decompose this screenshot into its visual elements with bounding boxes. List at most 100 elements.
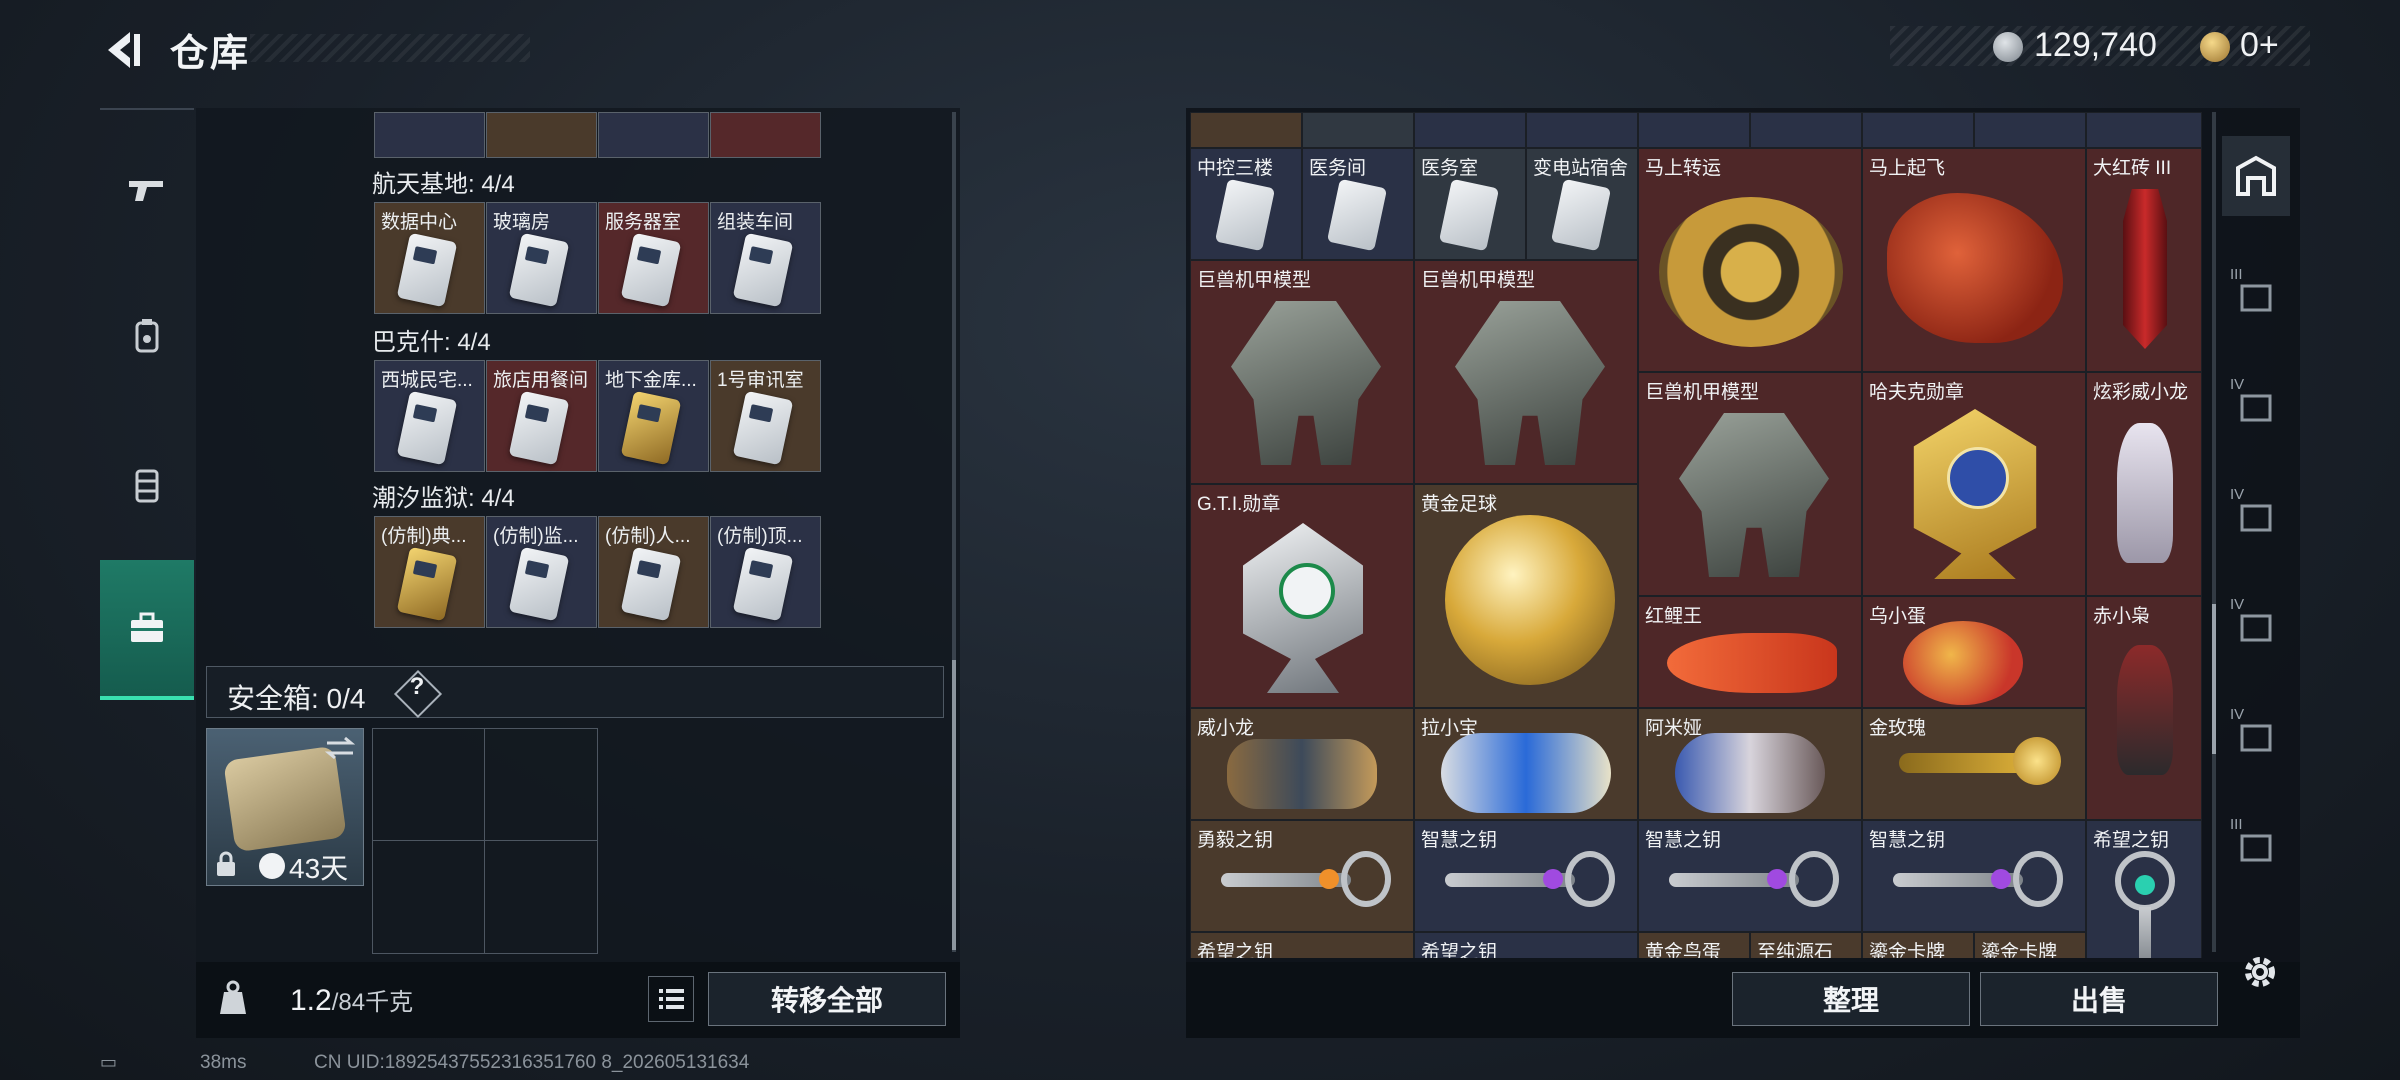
keycard-item[interactable]: 1号审讯室 bbox=[710, 360, 821, 472]
storage-item[interactable]: 中控三楼 bbox=[1190, 148, 1302, 260]
storage-item[interactable]: 阿米娅 bbox=[1638, 708, 1862, 820]
keycard-item[interactable]: 西城民宅... bbox=[374, 360, 485, 472]
keycard-item[interactable]: 玻璃房 bbox=[486, 202, 597, 314]
card-partial-1[interactable] bbox=[374, 112, 485, 158]
storage-item-partial[interactable]: 希望之钥 bbox=[1190, 932, 1414, 958]
swap-icon[interactable] bbox=[323, 735, 357, 761]
keycard-item[interactable]: 服务器室 bbox=[598, 202, 709, 314]
storage-item-partial[interactable]: 希望之钥 bbox=[1414, 932, 1638, 958]
gear-icon[interactable] bbox=[2238, 950, 2282, 994]
side-tab-backpack-4[interactable]: IV bbox=[2222, 588, 2290, 668]
storage-item[interactable]: 智慧之钥 bbox=[1414, 820, 1638, 932]
storage-item[interactable]: 勇毅之钥 bbox=[1190, 820, 1414, 932]
storage-item[interactable]: 巨兽机甲模型 bbox=[1638, 372, 1862, 596]
keycard-item[interactable]: 旅店用餐间 bbox=[486, 360, 597, 472]
storage-item[interactable]: 智慧之钥 bbox=[1862, 820, 2086, 932]
keycard-item[interactable]: (仿制)典... bbox=[374, 516, 485, 628]
storage-item[interactable]: G.T.I.勋章 bbox=[1190, 484, 1414, 708]
gem-icon bbox=[1991, 869, 2011, 889]
grid-cell-partial[interactable] bbox=[1526, 112, 1638, 148]
safe-box-item[interactable]: 43天 bbox=[206, 728, 364, 886]
back-arrow-icon[interactable] bbox=[100, 28, 144, 72]
nav-armor-tab[interactable] bbox=[100, 280, 194, 390]
storage-grid[interactable]: 中控三楼 医务间 医务室 变电站宿舍 马上转运 马上起飞 大红砖 III 巨兽机… bbox=[1190, 112, 2202, 958]
keycard-icon bbox=[1214, 178, 1276, 252]
side-tab-tier: III bbox=[2230, 816, 2243, 833]
storage-item[interactable]: 拉小宝 bbox=[1414, 708, 1638, 820]
storage-item[interactable]: 医务间 bbox=[1302, 148, 1414, 260]
storage-item[interactable]: 巨兽机甲模型 bbox=[1414, 260, 1638, 484]
storage-item-partial[interactable]: 黄金鸟蛋 bbox=[1638, 932, 1750, 958]
card-partial-3[interactable] bbox=[598, 112, 709, 158]
side-tab-backpack-2[interactable]: IV bbox=[2222, 368, 2290, 448]
currency-secondary[interactable]: 0+ bbox=[2240, 26, 2279, 65]
storage-item[interactable]: 赤小枭 bbox=[2086, 596, 2202, 820]
network-ping: 38ms bbox=[200, 1052, 247, 1073]
sell-button[interactable]: 出售 bbox=[1980, 972, 2218, 1026]
keycard-item[interactable]: 组装车间 bbox=[710, 202, 821, 314]
side-tab-backpack-5[interactable]: IV bbox=[2222, 698, 2290, 778]
sort-button[interactable]: 整理 bbox=[1732, 972, 1970, 1026]
grid-cell-partial[interactable] bbox=[1750, 112, 1862, 148]
storage-item[interactable]: 希望之钥 bbox=[2086, 820, 2202, 958]
safe-box-slots[interactable] bbox=[372, 728, 598, 954]
keycard-item[interactable]: (仿制)监... bbox=[486, 516, 597, 628]
storage-item-partial[interactable]: 鎏金卡牌 bbox=[1862, 932, 1974, 958]
key-ring-icon bbox=[2013, 851, 2063, 907]
side-tab-backpack-6[interactable]: III bbox=[2222, 808, 2290, 888]
keycard-icon bbox=[620, 546, 682, 622]
clock-icon bbox=[259, 853, 285, 879]
storage-item[interactable]: 变电站宿舍 bbox=[1526, 148, 1638, 260]
grid-cell-partial[interactable] bbox=[1862, 112, 1974, 148]
transfer-all-button[interactable]: 转移全部 bbox=[708, 972, 946, 1026]
storage-item[interactable]: 黄金足球 bbox=[1414, 484, 1638, 708]
item-label: 红鲤王 bbox=[1645, 606, 1703, 627]
storage-item[interactable]: 红鲤王 bbox=[1638, 596, 1862, 708]
storage-item[interactable]: 智慧之钥 bbox=[1638, 820, 1862, 932]
keycard-icon bbox=[396, 232, 458, 308]
grid-cell-partial[interactable] bbox=[2086, 112, 2202, 148]
storage-item[interactable]: 金玫瑰 bbox=[1862, 708, 2086, 820]
right-scrollbar-track[interactable] bbox=[2212, 112, 2216, 952]
storage-item[interactable]: 马上起飞 bbox=[1862, 148, 2086, 372]
item-label: 炫彩威小龙 bbox=[2093, 382, 2189, 403]
side-tab-backpack-1[interactable]: III bbox=[2222, 258, 2290, 338]
card-partial-4[interactable] bbox=[710, 112, 821, 158]
item-label: 马上转运 bbox=[1645, 158, 1722, 179]
storage-item[interactable]: 大红砖 III bbox=[2086, 148, 2202, 372]
item-label: 威小龙 bbox=[1197, 718, 1255, 739]
keycard-item[interactable]: (仿制)人... bbox=[598, 516, 709, 628]
storage-item[interactable]: 乌小蛋 bbox=[1862, 596, 2086, 708]
keycard-item[interactable]: 地下金库... bbox=[598, 360, 709, 472]
grid-cell-partial[interactable] bbox=[1974, 112, 2086, 148]
storage-item[interactable]: 威小龙 bbox=[1190, 708, 1414, 820]
keycard-label: (仿制)顶... bbox=[717, 526, 803, 547]
storage-item[interactable]: 马上转运 bbox=[1638, 148, 1862, 372]
keycard-item[interactable]: 数据中心 bbox=[374, 202, 485, 314]
grid-cell-partial[interactable] bbox=[1302, 112, 1414, 148]
storage-item[interactable]: 巨兽机甲模型 bbox=[1190, 260, 1414, 484]
side-tab-storage[interactable] bbox=[2222, 136, 2290, 216]
grid-cell-partial[interactable] bbox=[1190, 112, 1302, 148]
storage-item[interactable]: 炫彩威小龙 bbox=[2086, 372, 2202, 596]
list-view-button[interactable] bbox=[648, 976, 694, 1022]
red-brick-icon bbox=[2123, 189, 2167, 349]
storage-item-partial[interactable]: 鎏金卡牌 bbox=[1974, 932, 2086, 958]
right-scrollbar-thumb[interactable] bbox=[2212, 604, 2216, 754]
nav-weapons-tab[interactable] bbox=[100, 134, 194, 244]
nav-items-tab[interactable] bbox=[100, 560, 194, 700]
side-tab-backpack-3[interactable]: IV bbox=[2222, 478, 2290, 558]
storage-item-partial[interactable]: 至纯源石 bbox=[1750, 932, 1862, 958]
storage-item[interactable]: 哈夫克勋章 bbox=[1862, 372, 2086, 596]
keycard-label: (仿制)人... bbox=[605, 526, 691, 547]
storage-item[interactable]: 医务室 bbox=[1414, 148, 1526, 260]
keycard-item[interactable]: (仿制)顶... bbox=[710, 516, 821, 628]
card-partial-2[interactable] bbox=[486, 112, 597, 158]
nav-vest-tab[interactable] bbox=[100, 430, 194, 540]
help-question-mark[interactable]: ? bbox=[405, 673, 429, 701]
left-scrollbar-thumb[interactable] bbox=[952, 660, 956, 950]
grid-cell-partial[interactable] bbox=[1638, 112, 1750, 148]
keycard-icon bbox=[620, 232, 682, 308]
grid-cell-partial[interactable] bbox=[1414, 112, 1526, 148]
item-label: 至纯源石 bbox=[1757, 942, 1834, 958]
